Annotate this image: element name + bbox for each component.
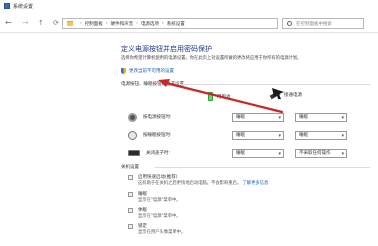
sleep-checkbox[interactable]	[128, 192, 133, 197]
hibernate-option: 休眠 显示在"电源"菜单中。	[128, 208, 181, 220]
breadcrumb-power-options[interactable]: 电源选项	[141, 21, 159, 27]
annotation-arrow	[158, 79, 284, 114]
search-input[interactable]: 在控制面板中搜索	[282, 18, 364, 29]
address-row: ← → ↑ ⟳ › 控制面板 › 硬件和声音 › 电源选项 › 系统设置 在控制…	[0, 13, 378, 33]
breadcrumb-control-panel[interactable]: 控制面板	[85, 21, 103, 27]
search-icon	[287, 21, 292, 26]
power-options-icon	[4, 3, 10, 9]
power-button-ac-select[interactable]: 睡眠	[295, 112, 347, 122]
sleep-button-label: 按睡眠按钮时:	[143, 133, 172, 138]
sleep-option: 睡眠 显示在"电源"菜单中。	[128, 192, 181, 204]
hibernate-checkbox[interactable]	[128, 208, 133, 213]
divider	[155, 167, 370, 168]
sleep-button-icon	[128, 130, 137, 140]
sleep-button-row: 按睡眠按钮时: 睡眠 睡眠	[128, 128, 378, 142]
lock-desc: 显示在用户头像菜单中。	[138, 230, 186, 235]
change-settings-link[interactable]: 更改当前不可用的设置	[121, 68, 174, 74]
breadcrumb-system-settings[interactable]: 系统设置	[167, 21, 185, 27]
refresh-icon[interactable]: ⟳	[53, 18, 59, 28]
mouse-cursor	[272, 88, 284, 99]
learn-more-link[interactable]: 了解更多信息	[243, 181, 269, 186]
arrow-up-icon[interactable]: ↑	[38, 18, 44, 28]
laptop-lid-icon	[128, 150, 140, 156]
lid-close-label: 关闭盖子时:	[146, 151, 171, 156]
sleep-button-battery-select[interactable]: 睡眠	[232, 130, 284, 140]
breadcrumb[interactable]: › 控制面板 › 硬件和声音 › 电源选项 › 系统设置	[62, 18, 278, 29]
hibernate-desc: 显示在"电源"菜单中。	[138, 214, 181, 219]
folder-icon	[67, 21, 73, 26]
sleep-button-ac-select[interactable]: 睡眠	[295, 130, 347, 140]
fast-startup-desc: 这有助于在关机之后更快地启动电脑。不会影响重启。	[138, 181, 242, 186]
fast-startup-checkbox[interactable]	[128, 175, 133, 180]
search-placeholder: 在控制面板中搜索	[296, 21, 332, 27]
arrow-right-icon[interactable]: →	[22, 18, 29, 28]
lid-close-ac-select[interactable]: 不采取任何操作	[295, 148, 347, 158]
change-settings-label[interactable]: 更改当前不可用的设置	[129, 68, 174, 74]
title-bar: 系统设置	[0, 0, 378, 13]
window-title: 系统设置	[13, 4, 34, 10]
page-subtitle: 选择你希望计算机使用的电源设置。你在此页上对设置所做的更改将应用于你所有的电源计…	[121, 56, 302, 61]
lid-close-row: 关闭盖子时: 睡眠 不采取任何操作	[128, 146, 378, 160]
main-content: 定义电源按钮并启用密码保护 选择你希望计算机使用的电源设置。你在此页上对设置所做…	[0, 34, 378, 246]
arrow-left-icon[interactable]: ←	[5, 18, 12, 28]
fast-startup-option: 启用快速启动(推荐) 这有助于在关机之后更快地启动电脑。不会影响重启。 了解更多…	[128, 175, 268, 187]
page-title: 定义电源按钮并启用密码保护	[121, 45, 212, 53]
sleep-desc: 显示在"电源"菜单中。	[138, 198, 181, 203]
power-button-icon	[128, 112, 137, 122]
breadcrumb-hardware-sound[interactable]: 硬件和声音	[111, 21, 134, 27]
lock-checkbox[interactable]	[128, 224, 133, 229]
lock-option: 锁定 显示在用户头像菜单中。	[128, 224, 185, 236]
shutdown-section-title: 关机设置	[121, 165, 139, 170]
shield-icon	[121, 68, 126, 74]
lid-close-battery-select[interactable]: 睡眠	[232, 148, 284, 158]
